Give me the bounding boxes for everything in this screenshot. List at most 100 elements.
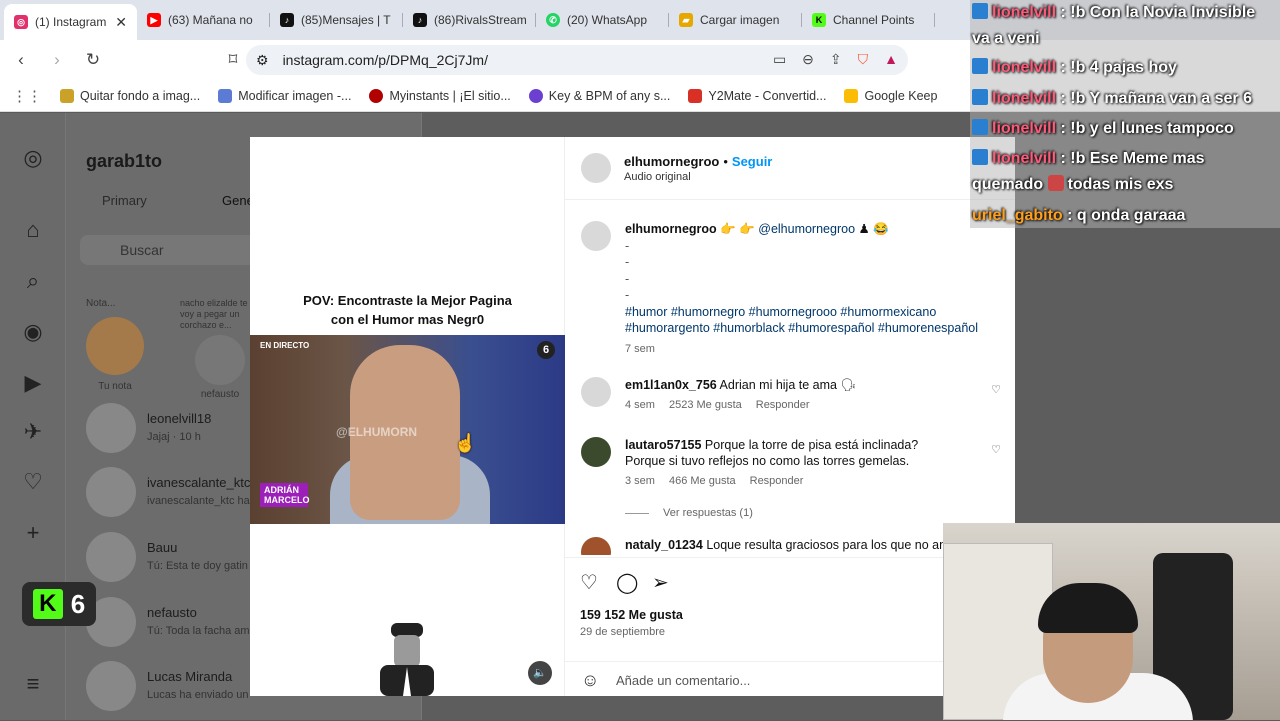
bookmark-favicon-icon — [218, 88, 233, 103]
avatar[interactable] — [581, 153, 611, 183]
comment-body: Loque resulta graciosos para los que no … — [706, 538, 947, 552]
video-title: POV: Encontraste la Mejor Pagina con el … — [250, 291, 565, 329]
comment-likes[interactable]: 466 Me gusta — [669, 475, 736, 487]
bookmark-item[interactable]: Quitar fondo a imag... — [60, 88, 201, 103]
close-icon[interactable]: ✕ — [115, 14, 127, 31]
explore-icon[interactable]: ◉ — [20, 319, 46, 345]
tab-youtube[interactable]: ▶ (63) Mañana no — [137, 4, 270, 36]
comment-icon[interactable]: ◯ — [616, 570, 638, 595]
kick-icon: K — [812, 13, 826, 27]
tab-tiktok-rivals[interactable]: ♪ (86)RivalsStream — [403, 4, 536, 36]
like-icon[interactable]: ♡ — [580, 570, 598, 595]
caption-hashtags[interactable]: #humor #humornegro #humornegrooo #humorm… — [625, 304, 995, 337]
comment-user[interactable]: nataly_01234 — [625, 538, 703, 552]
brave-rewards-icon[interactable]: ▲ — [884, 51, 898, 68]
chat-name: Lucas Miranda — [147, 669, 233, 684]
chat-preview: Tú: Esta te doy gatin — [147, 560, 248, 572]
messages-icon[interactable]: ✈ — [20, 419, 46, 445]
search-icon[interactable]: ⌕ — [20, 268, 46, 294]
follow-button[interactable]: Seguir — [732, 154, 772, 169]
avatar[interactable] — [581, 437, 611, 467]
forward-icon[interactable]: › — [42, 50, 72, 70]
reels-icon[interactable]: ▶ — [20, 370, 46, 396]
caption-author[interactable]: elhumornegroo — [625, 222, 717, 236]
home-icon[interactable]: ⌂ — [20, 217, 46, 243]
chat-message: lionelvill : !b Ese Meme mas quemado tod… — [972, 146, 1268, 198]
author-name[interactable]: elhumornegroo — [624, 154, 719, 169]
tab-cargar-imagen[interactable]: ▰ Cargar imagen — [669, 4, 802, 36]
apps-grid-icon[interactable]: ⋮⋮ — [12, 87, 42, 105]
tab-primary[interactable]: Primary — [102, 193, 147, 208]
bookmark-item[interactable]: Y2Mate - Convertid... — [688, 88, 826, 103]
share-icon[interactable]: ➢ — [652, 570, 669, 595]
chat-user: lionelvill — [992, 150, 1057, 167]
reply-button[interactable]: Responder — [750, 475, 804, 487]
cast-icon[interactable]: ▭ — [773, 51, 786, 68]
bookmark-item[interactable]: Key & BPM of any s... — [528, 88, 671, 103]
tab-tiktok-messages[interactable]: ♪ (85)Mensajes | T — [270, 4, 403, 36]
post-author: elhumornegroo • Seguir — [624, 154, 772, 169]
back-icon[interactable]: ‹ — [6, 50, 36, 70]
video-player[interactable]: EN DIRECTO 6 @ELHUMORN ADRIÁN MARCELO — [250, 335, 565, 524]
kick-icon: K — [32, 589, 63, 619]
bookmark-favicon-icon — [60, 88, 74, 103]
bookmark-favicon-icon — [528, 88, 543, 103]
chat-user: lionelvill — [992, 4, 1057, 21]
audio-label[interactable]: Audio original — [624, 171, 691, 183]
like-count[interactable]: 159 152 Me gusta — [580, 608, 683, 622]
emoji-icon[interactable]: ☺ — [581, 670, 599, 691]
avatar[interactable] — [581, 221, 611, 251]
bookmark-item[interactable]: Google Keep — [844, 88, 938, 103]
bookmark-item[interactable]: Modificar imagen -... — [218, 88, 351, 103]
chat-text: todas mis exs — [1067, 176, 1174, 193]
mute-icon[interactable]: 🔈 — [528, 661, 552, 685]
notifications-icon[interactable]: ♡ — [20, 469, 46, 495]
tab-instagram[interactable]: ◎ (1) Instagram ✕ — [4, 4, 137, 40]
comment: nataly_01234 Loque resulta graciosos par… — [581, 537, 1001, 555]
share-icon[interactable]: ⇪ — [830, 51, 842, 68]
add-comment-input[interactable]: Añade un comentario... — [616, 673, 750, 688]
bookmark-label: Myinstants | ¡El sitio... — [389, 88, 511, 103]
inbox-username[interactable]: garab1to — [86, 151, 162, 172]
comment-user[interactable]: em1l1an0x_756 — [625, 378, 717, 392]
tab-whatsapp[interactable]: ✆ (20) WhatsApp — [536, 4, 669, 36]
note-item[interactable]: Nota... Tu nota — [86, 298, 144, 392]
reload-icon[interactable]: ↻ — [78, 50, 108, 70]
tab-channel-points[interactable]: K Channel Points — [802, 4, 935, 36]
zoom-icon[interactable]: ⊖ — [802, 51, 814, 68]
comment-like-icon[interactable]: ♡ — [991, 443, 1001, 456]
caption-dash: - — [625, 288, 630, 302]
brave-shield-icon[interactable]: ⛉ — [858, 51, 869, 68]
comment-time: 3 sem — [625, 475, 655, 487]
note-name: nefausto — [200, 389, 240, 400]
avatar[interactable] — [581, 377, 611, 407]
note-text: nacho elizalde te voy a pegar un corchaz… — [180, 298, 248, 330]
address-bar[interactable]: ⚙ instagram.com/p/DPMq_2Cj7Jm/ ▭ ⊖ ⇪ ⛉ ▲ — [246, 45, 908, 75]
bookmark-icon[interactable]: ⌑ — [218, 50, 248, 70]
caption-mention[interactable]: @elhumornegroo — [758, 222, 855, 236]
create-icon[interactable]: + — [20, 520, 46, 546]
bookmark-item[interactable]: Myinstants | ¡El sitio... — [369, 88, 511, 103]
chat-preview: Lucas ha enviado un — [147, 689, 249, 701]
cursor-icon: ☝ — [454, 433, 477, 453]
note-item[interactable]: nacho elizalde te voy a pegar un corchaz… — [180, 298, 260, 400]
avatar[interactable] — [581, 537, 611, 555]
youtube-icon: ▶ — [147, 13, 161, 27]
instagram-sidebar: ◎ ⌂ ⌕ ◉ ▶ ✈ ♡ + ≡ — [0, 113, 66, 720]
caption-time: 7 sem — [625, 342, 655, 355]
bookmark-label: Quitar fondo a imag... — [80, 88, 201, 103]
comment-like-icon[interactable]: ♡ — [991, 383, 1001, 396]
reply-button[interactable]: Responder — [756, 399, 810, 411]
instagram-logo-icon[interactable]: ◎ — [20, 145, 46, 171]
bookmark-label: Google Keep — [864, 88, 938, 103]
chat-message: lionelvill : !b 4 pajas hoy — [972, 55, 1268, 81]
menu-icon[interactable]: ≡ — [20, 671, 46, 697]
comment-likes[interactable]: 2523 Me gusta — [669, 399, 742, 411]
site-settings-icon[interactable]: ⚙ — [256, 52, 269, 69]
instagram-icon: ◎ — [14, 15, 28, 29]
view-replies-button[interactable]: Ver respuestas (1) — [625, 507, 753, 519]
chat-message: uriel_gabito : q onda garaaa — [972, 203, 1268, 229]
chat-preview: Tú: Toda la facha am — [147, 625, 250, 637]
bookmark-label: Key & BPM of any s... — [548, 88, 671, 103]
comment-user[interactable]: lautaro57155 — [625, 438, 701, 452]
